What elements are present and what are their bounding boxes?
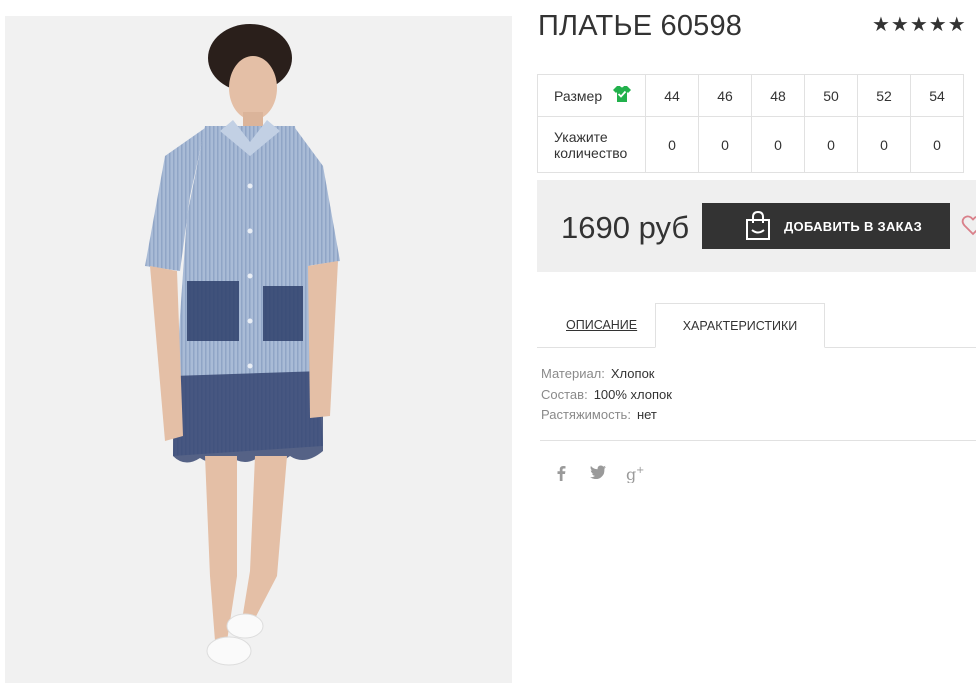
characteristic-key: Растяжимость: [541,407,631,422]
characteristic-value: 100% хлопок [593,386,672,402]
tab-description[interactable]: ОПИСАНИЕ [566,318,637,332]
characteristic-value: Хлопок [610,366,655,381]
size-row: Размер 44 46 48 50 52 54 [537,74,964,117]
characteristic-row: Состав: 100% хлопок [541,387,672,408]
quantity-label-cell: Укажите количество [537,116,646,173]
buy-box: 1690 руб ДОБАВИТЬ В ЗАКАЗ [537,180,976,272]
size-cell[interactable]: 44 [645,74,699,117]
characteristics-list: Материал: Хлопок Состав: 100% хлопок Растя… [541,366,672,428]
rating-stars[interactable]: ★★★★★ [872,12,967,37]
quantity-input[interactable]: 0 [698,116,752,173]
size-label: Размер [554,87,603,104]
section-divider [540,440,976,441]
quantity-input[interactable]: 0 [751,116,805,173]
characteristic-key: Состав: [541,386,588,402]
add-to-order-button[interactable]: ДОБАВИТЬ В ЗАКАЗ [702,203,950,249]
size-cell[interactable]: 50 [804,74,858,117]
shirt-check-icon[interactable] [612,84,632,104]
facebook-icon [557,466,566,481]
google-plus-share[interactable]: g + [626,465,646,483]
twitter-icon [590,465,606,479]
quantity-label-line1: Укажите [554,128,608,145]
quantity-input[interactable]: 0 [645,116,699,173]
characteristic-key: Материал: [541,366,605,381]
facebook-share[interactable] [555,465,567,481]
twitter-share[interactable] [590,465,606,479]
characteristic-row: Растяжимость: нет [541,407,672,428]
quantity-input[interactable]: 0 [910,116,964,173]
add-to-order-label: ДОБАВИТЬ В ЗАКАЗ [784,218,923,234]
quantity-row: Укажите количество 0 0 0 0 0 0 [537,116,964,173]
size-label-cell: Размер [537,74,646,117]
google-plus-icon: g + [626,465,644,483]
characteristic-row: Материал: Хлопок [541,366,672,387]
tab-characteristics[interactable]: ХАРАКТЕРИСТИКИ [655,303,825,348]
product-photo[interactable] [5,16,512,683]
heart-icon[interactable] [961,213,976,237]
svg-text:g: g [626,465,636,483]
size-table: Размер 44 46 48 50 52 54 Укажите количес… [537,74,964,173]
size-cell[interactable]: 48 [751,74,805,117]
size-cell[interactable]: 52 [857,74,911,117]
price: 1690 руб [561,210,690,245]
quantity-input[interactable]: 0 [857,116,911,173]
quantity-label-line2: количество [554,144,628,161]
svg-text:+: + [636,465,644,476]
size-cell[interactable]: 54 [910,74,964,117]
size-cell[interactable]: 46 [698,74,752,117]
shopping-bag-icon [746,211,770,240]
product-title: ПЛАТЬЕ 60598 [538,10,743,42]
quantity-input[interactable]: 0 [804,116,858,173]
characteristic-value: нет [636,407,657,422]
